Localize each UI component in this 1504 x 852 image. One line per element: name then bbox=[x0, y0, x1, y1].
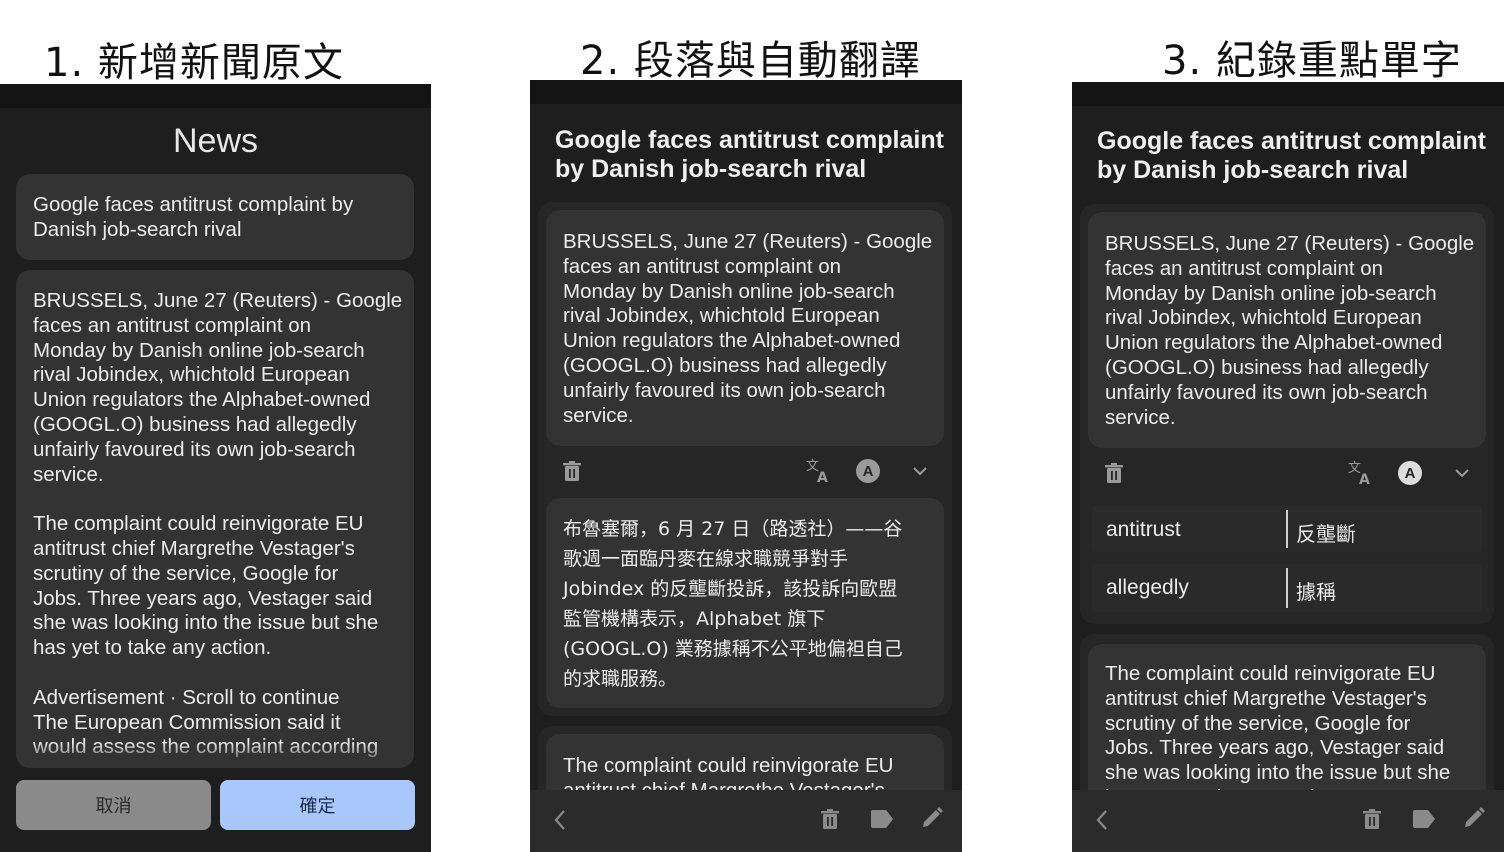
screen-vocabulary: Google faces antitrust complaint by Dani… bbox=[1072, 82, 1504, 852]
letter-a-circle-icon[interactable]: A bbox=[856, 459, 880, 483]
vocab-meaning: 據稱 bbox=[1296, 580, 1336, 604]
letter-a-circle-icon[interactable]: A bbox=[1398, 461, 1422, 485]
chevron-down-icon[interactable] bbox=[1450, 462, 1474, 484]
back-arrow-icon[interactable] bbox=[548, 806, 572, 834]
translate-icon[interactable]: 文A bbox=[1346, 458, 1376, 488]
title-input[interactable]: Google faces antitrust complaint by Dani… bbox=[16, 174, 414, 260]
dialog-header: News bbox=[172, 122, 259, 160]
pencil-icon[interactable] bbox=[1460, 804, 1488, 832]
bottom-app-bar bbox=[530, 790, 962, 852]
paragraph-text: BRUSSELS, June 27 (Reuters) - Google fac… bbox=[1105, 232, 1475, 429]
paragraph-card[interactable]: BRUSSELS, June 27 (Reuters) - Google fac… bbox=[1088, 212, 1486, 448]
paragraph-text-2: The complaint could reinvigorate EU anti… bbox=[1105, 662, 1451, 809]
scroll-fade bbox=[16, 742, 414, 768]
vocab-meaning: 反壟斷 bbox=[1296, 522, 1356, 546]
trash-icon[interactable] bbox=[1360, 806, 1384, 832]
body-input[interactable]: BRUSSELS, June 27 (Reuters) - Google fac… bbox=[16, 270, 414, 768]
trash-icon[interactable] bbox=[560, 458, 584, 484]
paragraph-text: BRUSSELS, June 27 (Reuters) - Google fac… bbox=[563, 230, 933, 427]
chevron-down-icon[interactable] bbox=[908, 460, 932, 482]
cancel-button[interactable]: 取消 bbox=[16, 780, 211, 830]
svg-text:A: A bbox=[1359, 472, 1370, 486]
status-bar bbox=[530, 80, 962, 104]
back-arrow-icon[interactable] bbox=[1090, 806, 1114, 834]
screen-add-news: News Google faces antitrust complaint by… bbox=[0, 84, 431, 852]
trash-icon[interactable] bbox=[1102, 460, 1126, 486]
tag-icon[interactable] bbox=[868, 806, 896, 832]
vocab-word: allegedly bbox=[1106, 576, 1189, 599]
status-bar bbox=[1072, 82, 1504, 106]
caption-step2: 2. 段落與自動翻譯 bbox=[580, 38, 921, 84]
pencil-icon[interactable] bbox=[918, 804, 946, 832]
vocab-row-antitrust[interactable]: antitrust 反壟斷 bbox=[1092, 506, 1482, 552]
status-bar bbox=[0, 84, 431, 108]
body-input-text: BRUSSELS, June 27 (Reuters) - Google fac… bbox=[33, 289, 403, 758]
confirm-button[interactable]: 確定 bbox=[220, 780, 415, 830]
paragraph-card[interactable]: BRUSSELS, June 27 (Reuters) - Google fac… bbox=[546, 210, 944, 446]
svg-text:A: A bbox=[817, 470, 828, 484]
translation-card: 布魯塞爾，6 月 27 日（路透社）——谷 歌週一面臨丹麥在線求職競爭對手 Jo… bbox=[546, 498, 944, 708]
bottom-app-bar bbox=[1072, 790, 1504, 852]
vocab-divider bbox=[1286, 510, 1288, 548]
title-input-text: Google faces antitrust complaint by Dani… bbox=[33, 193, 354, 241]
vocab-word: antitrust bbox=[1106, 518, 1181, 541]
translation-text: 布魯塞爾，6 月 27 日（路透社）——谷 歌週一面臨丹麥在線求職競爭對手 Jo… bbox=[563, 518, 903, 690]
caption-step3: 3. 紀錄重點單字 bbox=[1162, 38, 1462, 84]
article-title: Google faces antitrust complaint by Dani… bbox=[555, 126, 944, 183]
screen-paragraph-translate: Google faces antitrust complaint by Dani… bbox=[530, 80, 962, 852]
vocab-row-allegedly[interactable]: allegedly 據稱 bbox=[1092, 564, 1482, 612]
trash-icon[interactable] bbox=[818, 806, 842, 832]
article-title: Google faces antitrust complaint by Dani… bbox=[1097, 127, 1486, 184]
vocab-divider bbox=[1286, 568, 1288, 608]
caption-step1: 1. 新增新聞原文 bbox=[44, 40, 344, 86]
translate-icon[interactable]: 文A bbox=[804, 456, 834, 486]
tag-icon[interactable] bbox=[1410, 806, 1438, 832]
